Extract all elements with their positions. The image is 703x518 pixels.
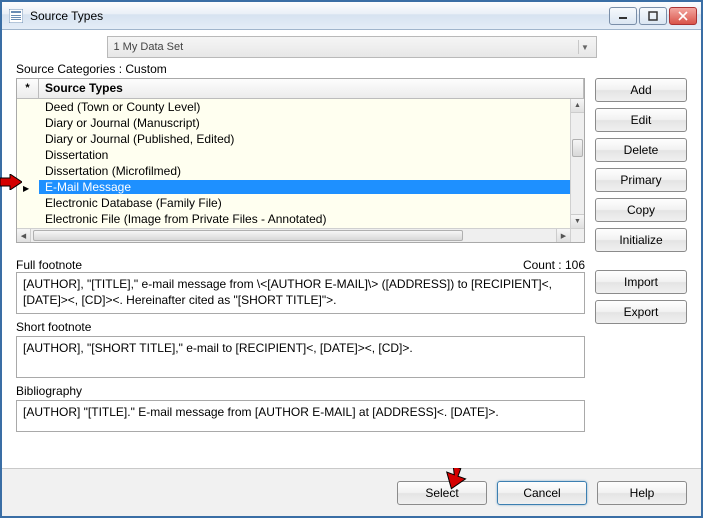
grid-body: Deed (Town or County Level) Diary or Jour… (17, 99, 570, 228)
table-row[interactable]: Electronic Database (Family File) (17, 195, 570, 211)
table-row[interactable]: Diary or Journal (Published, Edited) (17, 131, 570, 147)
close-button[interactable] (669, 7, 697, 25)
table-row[interactable]: E-Mail Message (17, 179, 570, 195)
row-label: E-Mail Message (39, 180, 570, 194)
source-categories-label: Source Categories : Custom (16, 62, 687, 76)
initialize-button[interactable]: Initialize (595, 228, 687, 252)
table-row[interactable]: Electronic File (Image from Private File… (17, 211, 570, 227)
titlebar: Source Types (2, 2, 701, 30)
help-button[interactable]: Help (597, 481, 687, 505)
dataset-value: 1 My Data Set (114, 41, 184, 53)
callout-arrow-icon (0, 174, 22, 190)
copy-button[interactable]: Copy (595, 198, 687, 222)
table-row[interactable]: Dissertation (Microfilmed) (17, 163, 570, 179)
table-row[interactable]: Deed (Town or County Level) (17, 99, 570, 115)
bibliography-text[interactable]: [AUTHOR] "[TITLE]." E-mail message from … (16, 400, 585, 432)
table-row[interactable]: Diary or Journal (Manuscript) (17, 115, 570, 131)
row-label: Diary or Journal (Manuscript) (39, 116, 570, 130)
short-footnote-text[interactable]: [AUTHOR], "[SHORT TITLE]," e-mail to [RE… (16, 336, 585, 378)
chevron-down-icon: ▼ (578, 40, 592, 54)
scroll-left-icon[interactable]: ◀ (17, 229, 31, 242)
short-footnote-label: Short footnote (16, 320, 585, 334)
full-footnote-label: Full footnote (16, 258, 82, 272)
dialog-footer: Select Cancel Help (2, 468, 701, 516)
scroll-down-icon[interactable]: ▼ (571, 214, 584, 228)
vscroll-thumb[interactable] (572, 139, 583, 157)
source-types-grid[interactable]: * Source Types Deed (Town or County Leve… (16, 78, 585, 243)
table-row[interactable]: Dissertation (17, 147, 570, 163)
row-label: Dissertation (Microfilmed) (39, 164, 570, 178)
content-area: 1 My Data Set ▼ Source Categories : Cust… (2, 30, 701, 468)
row-label: Dissertation (39, 148, 570, 162)
primary-button[interactable]: Primary (595, 168, 687, 192)
row-label: Deed (Town or County Level) (39, 100, 570, 114)
callout-arrow-select-icon (445, 468, 469, 490)
maximize-button[interactable] (639, 7, 667, 25)
row-label: Electronic Database (Family File) (39, 196, 570, 210)
row-label: Diary or Journal (Published, Edited) (39, 132, 570, 146)
grid-star-header[interactable]: * (17, 79, 39, 98)
window-controls (609, 7, 697, 25)
grid-header: * Source Types (17, 79, 584, 99)
delete-button[interactable]: Delete (595, 138, 687, 162)
scroll-up-icon[interactable]: ▲ (571, 99, 584, 113)
scroll-right-icon[interactable]: ▶ (556, 229, 570, 242)
vertical-scrollbar[interactable]: ▲ ▼ (570, 99, 584, 228)
dataset-combo[interactable]: 1 My Data Set ▼ (107, 36, 597, 58)
app-icon (8, 8, 24, 24)
full-footnote-text[interactable]: [AUTHOR], "[TITLE]," e-mail message from… (16, 272, 585, 314)
export-button[interactable]: Export (595, 300, 687, 324)
add-button[interactable]: Add (595, 78, 687, 102)
select-button[interactable]: Select (397, 481, 487, 505)
window-title: Source Types (30, 9, 609, 23)
hscroll-thumb[interactable] (33, 230, 463, 241)
horizontal-scrollbar[interactable]: ◀ ▶ (17, 228, 570, 242)
scroll-corner (570, 228, 584, 242)
count-label: Count : 106 (523, 258, 585, 272)
minimize-button[interactable] (609, 7, 637, 25)
row-label: Electronic File (Image from Private File… (39, 212, 570, 226)
bibliography-label: Bibliography (16, 384, 585, 398)
import-button[interactable]: Import (595, 270, 687, 294)
cancel-button[interactable]: Cancel (497, 481, 587, 505)
grid-name-header[interactable]: Source Types (39, 79, 584, 98)
edit-button[interactable]: Edit (595, 108, 687, 132)
